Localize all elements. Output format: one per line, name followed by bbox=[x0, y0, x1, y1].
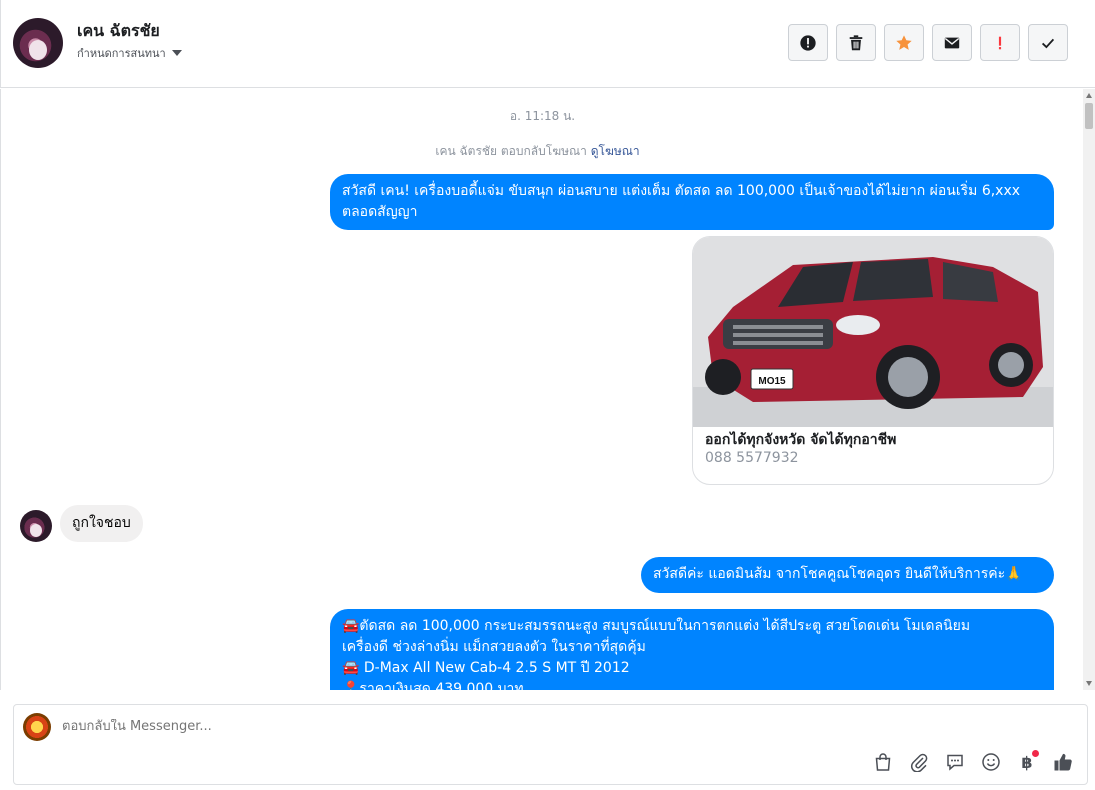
assign-conversation-label: กำหนดการสนทนา bbox=[77, 47, 166, 60]
scroll-up-arrow-icon[interactable] bbox=[1086, 93, 1092, 98]
license-plate: MO15 bbox=[758, 376, 786, 387]
payment-button[interactable]: ฿ bbox=[1015, 750, 1039, 774]
truck-image: MO15 bbox=[693, 237, 1053, 427]
checkmark-icon bbox=[1041, 38, 1055, 48]
view-ad-link[interactable]: ดูโฆษณา bbox=[591, 144, 640, 158]
star-button[interactable] bbox=[884, 24, 924, 61]
conversation-header: เคน ฉัตรชัย กำหนดการสนทนา bbox=[0, 0, 1095, 88]
outgoing-message[interactable]: สวัสดีค่ะ แอดมินส้ม จากโชคคูณโชคอุดร ยิน… bbox=[641, 557, 1054, 593]
chat-scrollbar[interactable] bbox=[1083, 89, 1095, 690]
delete-button[interactable] bbox=[836, 24, 876, 61]
smiley-icon bbox=[982, 753, 1000, 771]
outgoing-message[interactable]: 🚘ตัดสด ลด 100,000 กระบะสมรรถนะสูง สมบูรณ… bbox=[330, 609, 1054, 690]
message-line: เครื่องดี ช่วงล่างนิ่ม แม็กสวยลงตัว ในรา… bbox=[342, 639, 646, 655]
chat-bubble-icon bbox=[947, 754, 963, 771]
report-button[interactable] bbox=[788, 24, 828, 61]
contact-avatar-small bbox=[20, 510, 52, 542]
like-button[interactable] bbox=[1051, 750, 1075, 774]
reply-input[interactable] bbox=[62, 719, 962, 734]
header-actions bbox=[788, 24, 1068, 61]
ad-reply-text: เคน ฉัตรชัย ตอบกลับโฆษณา bbox=[435, 144, 587, 158]
exclamation-icon bbox=[998, 36, 1002, 49]
notification-dot bbox=[1032, 750, 1039, 757]
alert-circle-icon bbox=[800, 34, 816, 51]
message-composer: ฿ bbox=[13, 704, 1088, 785]
outgoing-message[interactable]: สวัสดี เคน! เครื่องบอดี้แจ่ม ขับสนุก ผ่อ… bbox=[330, 174, 1054, 230]
composer-toolbar: ฿ bbox=[871, 750, 1075, 774]
scroll-down-arrow-icon[interactable] bbox=[1086, 681, 1092, 686]
assign-conversation-dropdown[interactable]: กำหนดการสนทนา bbox=[77, 44, 182, 62]
attach-button[interactable] bbox=[907, 750, 931, 774]
ad-card-phone: 088 5577932 bbox=[705, 450, 799, 466]
mark-done-button[interactable] bbox=[1028, 24, 1068, 61]
message-thread[interactable]: อ. 11:18 น. เคน ฉัตรชัย ตอบกลับโฆษณา ดูโ… bbox=[0, 89, 1083, 690]
star-icon bbox=[896, 34, 912, 50]
shop-button[interactable] bbox=[871, 750, 895, 774]
message-line: 🚘ตัดสด ลด 100,000 กระบะสมรรถนะสูง สมบูรณ… bbox=[342, 618, 971, 634]
mark-spam-button[interactable] bbox=[980, 24, 1020, 61]
chevron-down-icon bbox=[171, 50, 182, 56]
envelope-icon bbox=[944, 37, 960, 48]
saved-replies-button[interactable] bbox=[943, 750, 967, 774]
incoming-message[interactable]: ถูกใจชอบ bbox=[60, 505, 143, 542]
paperclip-icon bbox=[910, 753, 928, 772]
shopping-bag-icon bbox=[875, 753, 891, 771]
page-avatar bbox=[23, 713, 51, 741]
ad-card-title: ออกได้ทุกจังหวัด จัดได้ทุกอาชีพ bbox=[705, 432, 897, 448]
mark-unread-button[interactable] bbox=[932, 24, 972, 61]
trash-icon bbox=[849, 34, 863, 50]
baht-icon: ฿ bbox=[1021, 752, 1033, 772]
contact-avatar[interactable] bbox=[13, 18, 63, 68]
message-line: 🚘 D-Max All New Cab-4 2.5 S MT ปี 2012 bbox=[342, 660, 630, 676]
contact-name[interactable]: เคน ฉัตรชัย bbox=[77, 19, 160, 44]
ad-reply-notice: เคน ฉัตรชัย ตอบกลับโฆษณา ดูโฆษณา bbox=[1, 142, 1074, 161]
emoji-button[interactable] bbox=[979, 750, 1003, 774]
scroll-thumb[interactable] bbox=[1085, 103, 1093, 129]
message-line: 📍ราคาเงินสด 439,000 บาท bbox=[342, 681, 524, 690]
thumbs-up-icon bbox=[1054, 753, 1072, 771]
ad-card[interactable]: MO15 ออกได้ทุกจังหวัด จัดได้ทุกอาชีพ 088… bbox=[692, 236, 1054, 485]
message-timestamp: อ. 11:18 น. bbox=[509, 109, 576, 123]
